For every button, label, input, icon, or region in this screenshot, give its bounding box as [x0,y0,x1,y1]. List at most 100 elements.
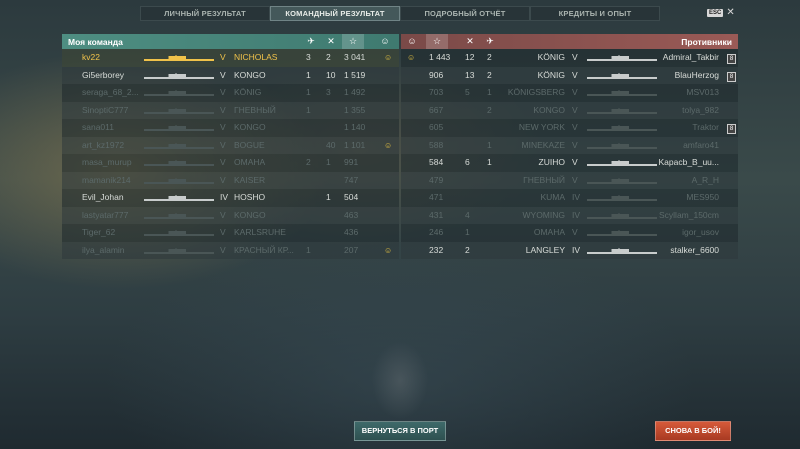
plane-icon[interactable]: ✈ [479,34,501,49]
esc-key-badge[interactable]: ESC [707,9,724,17]
enemy-row[interactable]: 232 2 LANGLEY IV stalker_6600 [401,241,738,259]
close-icon[interactable]: ✕ [726,8,734,18]
player-row[interactable]: art_kz1972 V BOGUE 40 1 101 ☺ [62,136,399,154]
enemy-row[interactable]: 906 13 2 KÖNIG V BlauHerzog 8 [401,66,738,85]
player-name: Evil_Johan [82,192,124,202]
planes-count: 10 [326,69,336,80]
player-row[interactable]: lastyatar777 V KONGO 463 [62,206,399,224]
player-name: Gi5erborey [82,69,125,80]
ship-name: ГНЕВНЫЙ [523,174,565,185]
base-xp: 1 140 [344,122,366,132]
division-lock-glyph: 8 [727,54,736,64]
smile-icon: ☺ [407,53,416,62]
enemy-row[interactable]: 246 1 OMAHA Vigor_usov [401,224,738,242]
ship-name: KÖNIGSBERG [507,87,565,97]
player-row[interactable]: sana011 V KONGO 1 140 [62,119,399,137]
player-row[interactable]: ilya_alamin V КРАСНЫЙ КР... 1 207 ☺ [62,241,399,259]
ship-name: KÖNIG [537,69,565,80]
player-row[interactable]: kv22 V NICHOLAS 3 2 3 041 ☺ [62,49,399,67]
tab-detailed-report[interactable]: ПОДРОБНЫЙ ОТЧЁТ [400,6,530,21]
esc-close[interactable]: ESC ✕ [707,8,735,18]
ship-name: KONGO [234,209,266,220]
smile-icon: ☺ [384,140,393,150]
tab-credits-xp[interactable]: КРЕДИТЫ И ОПЫТ [530,6,660,21]
ship-name: KONGO [234,69,266,80]
player-name: Traktor [692,122,719,132]
return-to-port-button[interactable]: ВЕРНУТЬСЯ В ПОРТ [354,421,446,441]
player-row[interactable]: Tiger_62 V KARLSRUHE 436 [62,224,399,242]
ship-tier: V [220,52,226,62]
enemy-row[interactable]: 605 NEW YORK V Traktor 8 [401,119,738,137]
tab-personal-result[interactable]: ЛИЧНЫЙ РЕЗУЛЬТАТ [140,6,270,21]
ship-tier: V [220,157,226,167]
kills-count: 2 [487,69,492,80]
ship-name: LANGLEY [525,244,565,255]
ship-name: KARLSRUHE [234,227,286,237]
enemy-row[interactable]: 431 4 WYOMING IV Scyllam_150cm [401,206,738,224]
player-name: tolya_982 [682,104,719,115]
planes-count: 12 [465,52,475,62]
star-icon[interactable]: ☆ [426,34,448,49]
ship-tier: V [572,52,578,62]
tab-team-result[interactable]: КОМАНДНЫЙ РЕЗУЛЬТАТ [270,6,400,21]
player-name: sana011 [82,122,114,132]
ship-silhouette-icon [144,90,214,96]
enemy-row[interactable]: 667 2 KONGO Vtolya_982 [401,101,738,119]
planes-count: 2 [465,244,470,255]
base-xp: 246 [429,227,444,237]
enemy-row[interactable]: 588 1 MINEKAZE Vamfaro41 [401,136,738,154]
ship-name: KAISER [234,174,266,185]
player-row[interactable]: SinoptiC777 V ГНЕВНЫЙ 1 1 355 [62,101,399,119]
player-name: igor_usov [682,227,719,237]
base-xp: 747 [344,174,359,185]
player-name: Admiral_Takbir [662,52,719,62]
base-xp: 906 [429,69,444,80]
player-name: BlauHerzog [674,69,719,80]
enemy-row[interactable]: 584 6 1 ZUIHO V Kapacb_B_uu... [401,154,738,172]
enemy-row[interactable]: 703 5 1 KÖNIGSBERG V MSV013 [401,84,738,102]
smile-icon[interactable]: ☺ [374,34,396,49]
enemy-row[interactable]: ☺ 1 443 12 2 KÖNIG V Admiral_Takbir 8 [401,49,738,67]
enemy-row[interactable]: 471 KUMA IV MES950 [401,189,738,207]
planes-count: 1 [326,192,331,202]
ship-tier: V [572,139,578,150]
ship-tier: V [220,174,226,185]
base-xp: 605 [429,122,444,132]
base-xp: 431 [429,209,444,220]
kills-count: 1 [487,157,492,167]
player-name: Scyllam_150cm [659,209,719,220]
player-row[interactable]: seraga_68_2... V KÖNIG 1 3 1 492 [62,84,399,102]
base-xp: 667 [429,104,444,115]
kill-icon[interactable]: ✕ [320,34,342,49]
division-lock-glyph: 8 [727,124,736,134]
ship-name: WYOMING [522,209,566,220]
my-team-title: Моя команда [68,36,123,47]
battle-again-button[interactable]: СНОВА В БОЙ! [655,421,731,441]
ship-name: BOGUE [234,139,265,150]
player-name: amfaro41 [683,139,719,150]
plane-icon[interactable]: ✈ [300,34,322,49]
base-xp: 471 [429,192,444,202]
star-icon[interactable]: ☆ [342,34,364,49]
ship-name: OMAHA [533,227,565,237]
ship-tier: IV [572,192,581,202]
smile-icon[interactable]: ☺ [401,34,423,49]
base-xp: 479 [429,174,444,185]
ship-tier: V [220,122,226,132]
planes-count: 3 [326,87,331,97]
result-tabs: ЛИЧНЫЙ РЕЗУЛЬТАТ КОМАНДНЫЙ РЕЗУЛЬТАТ ПОД… [140,6,660,21]
ship-tier: V [572,69,578,80]
ship-name: KÖNIG [537,52,565,62]
my-team-list: kv22 V NICHOLAS 3 2 3 041 ☺ Gi5erborey V KONGO 1 10… [62,49,399,259]
division-lock-icon: 8 [727,67,736,85]
player-row[interactable]: Evil_Johan IV HOSHO 1 504 [62,189,399,207]
ship-tier: IV [220,192,229,202]
kill-icon[interactable]: ✕ [459,34,481,49]
player-row[interactable]: Gi5erborey V KONGO 1 10 1 519 [62,66,399,84]
player-row[interactable]: mamanik214 V KAISER 747 [62,171,399,189]
ship-tier: V [220,69,226,80]
enemy-row[interactable]: 479 ГНЕВНЫЙ V A_R_H [401,171,738,189]
ship-name: KUMA [540,192,565,202]
player-row[interactable]: masa_murup V OMAHA 2 1 991 [62,154,399,172]
base-xp: 3 041 [344,52,366,62]
